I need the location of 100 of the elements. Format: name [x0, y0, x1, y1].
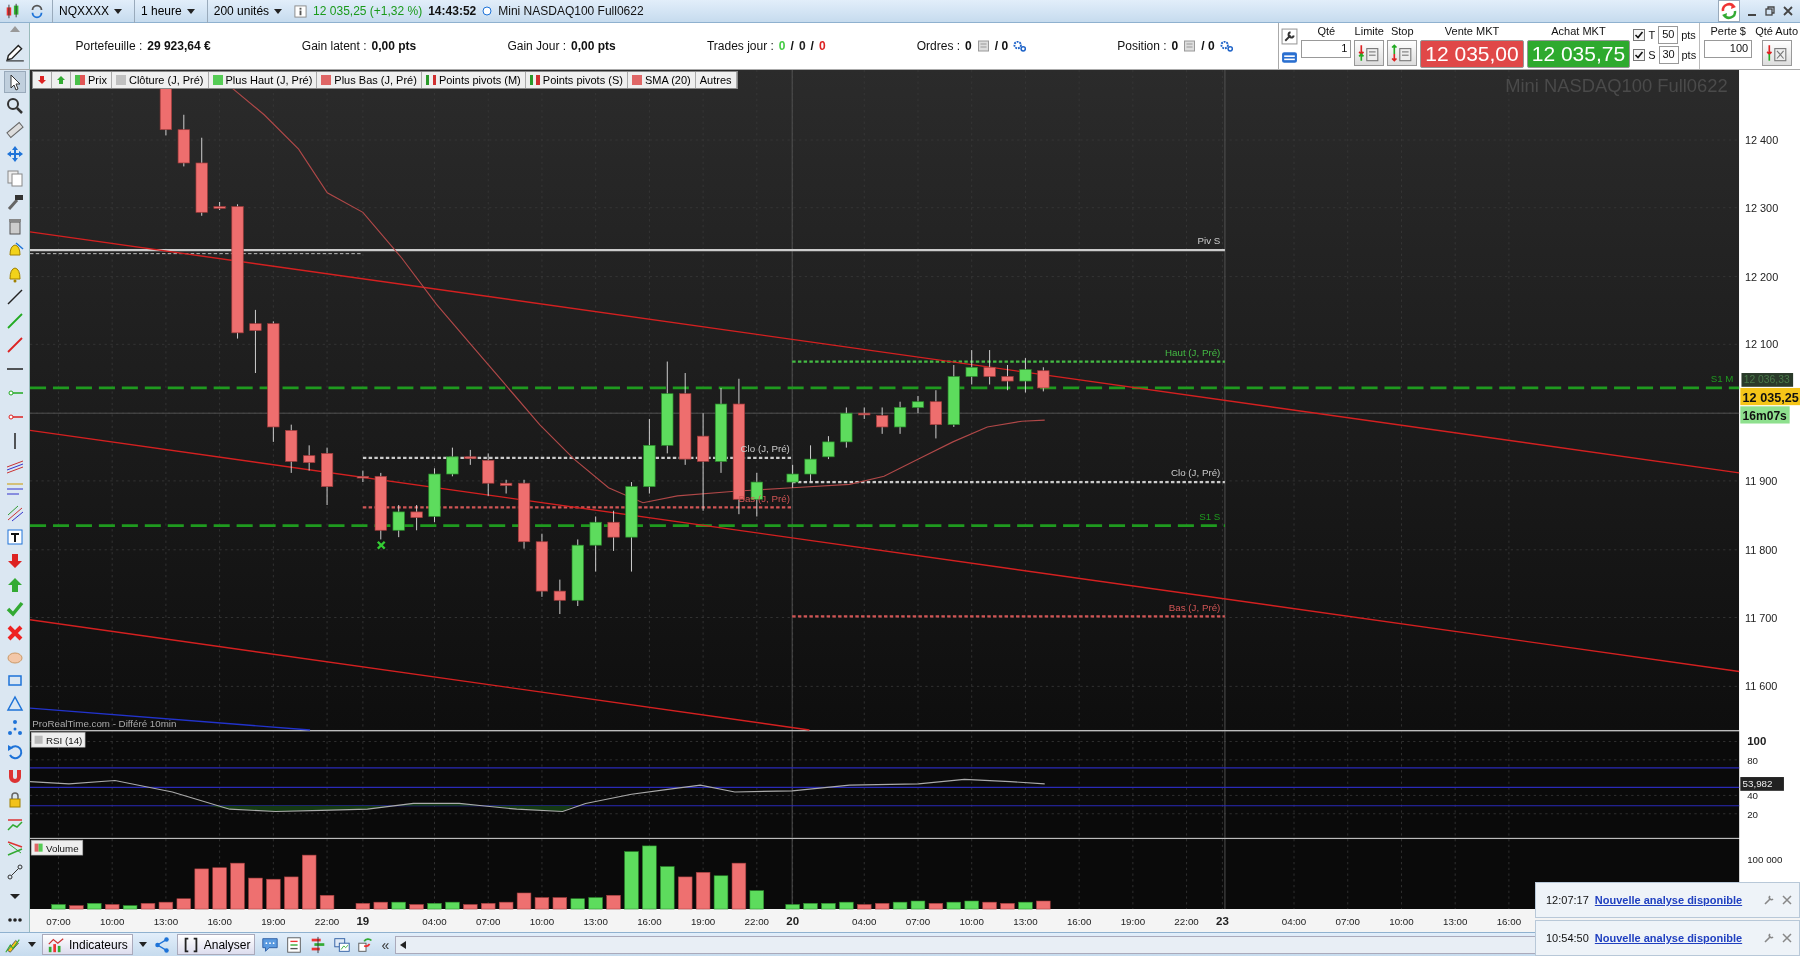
price-axis-label: 11 900	[1744, 474, 1778, 487]
rsi-axis-label: 20	[1747, 808, 1759, 820]
time-axis-label: 07:00	[905, 916, 931, 928]
quantity-field[interactable]: 1	[1301, 40, 1352, 58]
data-source-note: ProRealTime.com - Différé 10min	[32, 717, 177, 729]
stat-label: Gain latent :	[301, 39, 367, 53]
time-axis-label: 19:00	[1120, 916, 1146, 928]
stat-value: 0	[965, 39, 972, 53]
level-label: S1 M	[1710, 373, 1734, 385]
stat-value: 0	[778, 39, 786, 53]
time-axis-label: 13:00	[153, 916, 179, 928]
stat-value: / 0	[1201, 39, 1215, 53]
collapse-icon[interactable]: «	[381, 936, 390, 953]
indicators-button[interactable]: Indicateurs	[42, 934, 133, 955]
price-axis-label: 12 300	[1744, 201, 1779, 214]
notification-link[interactable]: Nouvelle analyse disponible	[1594, 932, 1743, 944]
unit-label: pts	[1681, 29, 1696, 41]
stat-value: / 0	[994, 39, 1009, 53]
loss-field[interactable]: 100	[1704, 40, 1753, 58]
level-label: Haut (J, Pré)	[1165, 346, 1221, 358]
stat-value: 29 923,64 €	[147, 39, 211, 53]
price-axis-label: 11 600	[1744, 680, 1778, 693]
sell-label: Vente MKT	[1444, 25, 1500, 37]
rsi-value-tag: 53,982	[1740, 777, 1784, 791]
price-axis-label: 12 200	[1744, 270, 1779, 283]
time-axis-label: 16:00	[1496, 916, 1522, 928]
price-axis-label: 12 100	[1744, 338, 1779, 351]
rsi-axis-label: 80	[1747, 754, 1759, 766]
stat-label: Ordres :	[916, 39, 961, 53]
notification-link[interactable]: Nouvelle analyse disponible	[1594, 894, 1743, 906]
time-axis-label: 22:00	[314, 916, 340, 928]
quantity-label: Qté	[1317, 25, 1336, 37]
time-axis-label: 04:00	[422, 916, 447, 928]
analyse-button[interactable]: Analyser	[176, 934, 256, 955]
auto-quantity-label: Qté Auto	[1755, 25, 1798, 37]
time-axis-label: 16:00	[637, 916, 662, 928]
level-label: Piv S	[1197, 235, 1221, 247]
time-axis-label: 07:00	[476, 916, 501, 928]
checkbox-label: S	[1648, 49, 1656, 61]
unit-label: pts	[1681, 49, 1697, 61]
time-axis-label: 07:00	[46, 916, 71, 928]
stat-value: 0	[818, 39, 826, 53]
countdown-tag: 16m07s	[1740, 406, 1790, 424]
stat-label: Position :	[1117, 39, 1167, 53]
quote-change: 12 035,25 (+1,32 %)	[313, 4, 423, 18]
time-axis-label: 10:00	[100, 916, 125, 928]
timeframe-dropdown[interactable]: 1 heure	[134, 0, 201, 23]
time-axis-label: 22:00	[744, 916, 770, 928]
units-dropdown[interactable]: 200 unités	[206, 0, 289, 23]
stat-value: 0,00 pts	[571, 39, 616, 53]
level-price-tag: 12 036,33	[1741, 373, 1794, 387]
time-axis-label: 23	[1216, 915, 1229, 928]
limit-label: Limite	[1354, 25, 1384, 37]
separator-text: /	[790, 39, 794, 53]
time-axis-label: 22:00	[1174, 916, 1199, 928]
stop-label: Stop	[1390, 25, 1414, 37]
rsi-axis-label: 40	[1747, 790, 1759, 802]
time-axis-label: 10:00	[529, 916, 555, 928]
price-axis-label: 11 700	[1744, 611, 1778, 624]
instrument-name: Mini NASDAQ100 Full0622	[498, 4, 644, 18]
stat-label: Trades jour :	[706, 39, 774, 53]
price-axis-label: 12 400	[1744, 134, 1779, 147]
time-axis-label: 10:00	[959, 916, 984, 928]
stat-value: 0	[1171, 39, 1179, 53]
separator-text: /	[810, 39, 814, 53]
time-axis-label: 19	[356, 915, 370, 928]
time-axis-label: 13:00	[1443, 916, 1468, 928]
time-axis-label: 13:00	[1013, 916, 1038, 928]
time-axis-label: 16:00	[1066, 916, 1092, 928]
sell-button[interactable]: 12 035,00	[1420, 40, 1524, 68]
time-axis-label: 10:00	[1389, 916, 1414, 928]
time-axis-label: 07:00	[1335, 916, 1360, 928]
points-field[interactable]: 50	[1658, 26, 1679, 44]
volume-legend[interactable]: Volume	[30, 839, 84, 856]
checkbox-label: T	[1648, 29, 1656, 41]
loss-label: Perte $	[1710, 25, 1746, 37]
rsi-legend[interactable]: RSI (14)	[30, 732, 86, 748]
time-axis-label: 19:00	[690, 916, 716, 928]
price-axis-label: 11 800	[1744, 543, 1778, 556]
buy-label: Achat MKT	[1551, 25, 1606, 37]
time-axis-label: 19:00	[261, 916, 286, 928]
level-label: Bas (J, Pré)	[1168, 601, 1221, 613]
stat-label: Portefeuille :	[75, 39, 143, 53]
level-label: Clo (J, Pré)	[1171, 467, 1221, 479]
rsi-axis-label: 100	[1747, 735, 1767, 748]
volume-axis-label: 100 000	[1747, 854, 1783, 866]
time-axis-label: 04:00	[852, 916, 877, 928]
points-field[interactable]: 30	[1658, 46, 1679, 64]
stat-value: 0	[798, 39, 806, 53]
stat-label: Gain Jour :	[507, 39, 567, 53]
quote-time: 14:43:52	[428, 4, 477, 18]
time-axis-label: 20	[786, 915, 799, 928]
time-axis-label: 04:00	[1281, 916, 1307, 928]
time-axis-label: 16:00	[207, 916, 232, 928]
stat-value: 0,00 pts	[371, 39, 417, 53]
level-label: S1 S	[1199, 510, 1221, 522]
time-axis-label: 13:00	[583, 916, 608, 928]
symbol-dropdown[interactable]: NQXXXX	[52, 0, 128, 23]
notification-time: 10:54:50	[1546, 932, 1589, 944]
notification-time: 12:07:17	[1546, 894, 1589, 906]
